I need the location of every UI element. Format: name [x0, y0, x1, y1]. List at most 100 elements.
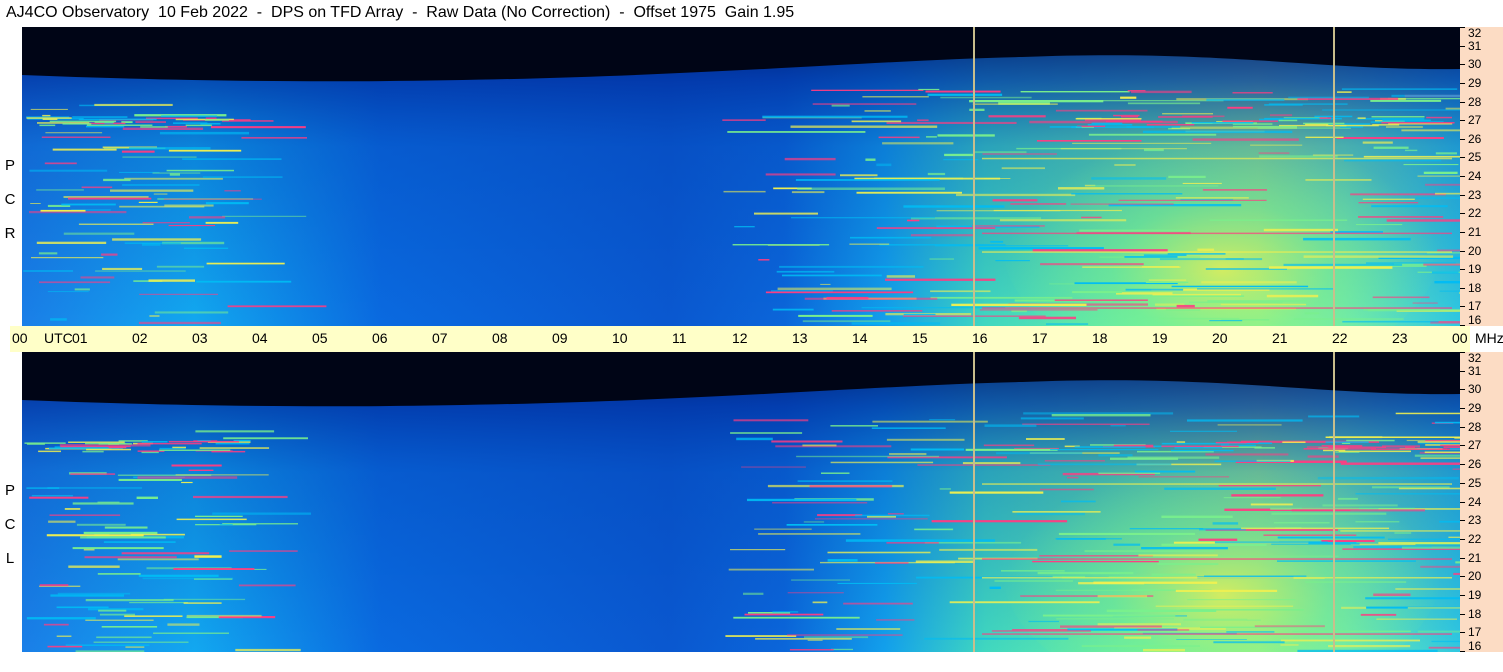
lcp-signal-streak — [1037, 463, 1172, 466]
rcp-signal-streak — [1082, 266, 1181, 268]
rcp-signal-streak — [142, 243, 161, 246]
rcp-signal-streak — [1269, 266, 1393, 269]
lcp-cb-band-streak — [1325, 441, 1369, 443]
frequency-tick-label: 30 — [1468, 382, 1482, 396]
lcp-signal-streak — [57, 592, 131, 595]
lcp-signal-streak — [939, 488, 951, 490]
rcp-cb-band-streak — [1357, 117, 1366, 119]
lcp-signal-streak — [47, 645, 83, 648]
lcp-signal-streak — [1280, 639, 1420, 642]
rcp-signal-streak — [1439, 290, 1460, 292]
lcp-cb-band-streak — [168, 440, 239, 443]
lcp-signal-streak — [1204, 575, 1307, 577]
rcp-cb-band-streak — [200, 123, 221, 125]
lcp-signal-streak — [1376, 618, 1457, 620]
lcp-signal-streak — [50, 594, 124, 597]
lcp-signal-streak — [1223, 497, 1281, 499]
lcp-signal-streak — [195, 430, 275, 433]
rcp-signal-streak — [31, 257, 104, 259]
rcp-cb-band-streak — [1075, 118, 1142, 120]
rcp-signal-streak — [163, 198, 262, 200]
rcp-signal-streak — [153, 193, 168, 195]
rcp-cb-band-streak — [164, 125, 187, 128]
lcp-signal-streak — [983, 444, 1035, 447]
lcp-signal-streak — [1407, 606, 1460, 609]
rcp-signal-streak — [779, 265, 924, 268]
lcp-signal-streak — [1055, 538, 1122, 540]
lcp-time-marker — [1333, 352, 1335, 652]
rcp-cb-band-streak — [161, 115, 218, 117]
rcp-time-marker — [1333, 27, 1335, 326]
rcp-signal-streak — [45, 132, 103, 134]
rcp-signal-streak — [930, 296, 1073, 299]
lcp-signal-streak — [48, 520, 76, 523]
rcp-signal-streak — [1403, 164, 1459, 166]
lcp-signal-streak — [167, 623, 200, 626]
frequency-tick-label: 20 — [1468, 569, 1482, 583]
frequency-tick — [1460, 371, 1465, 372]
lcp-signal-streak — [949, 601, 1100, 604]
lcp-signal-streak — [1213, 641, 1285, 644]
rcp-signal-streak — [925, 90, 1001, 93]
lcp-signal-streak — [1241, 527, 1390, 530]
lcp-signal-streak — [1297, 649, 1438, 652]
lcp-signal-streak — [1273, 522, 1330, 524]
lcp-signal-streak — [1212, 522, 1239, 525]
rcp-signal-streak — [166, 169, 234, 172]
rcp-signal-streak — [156, 265, 205, 268]
lcp-signal-streak — [1176, 639, 1247, 640]
lcp-carrier-line — [982, 577, 1452, 579]
rcp-signal-streak — [1304, 312, 1320, 315]
rcp-signal-streak — [227, 305, 327, 308]
rcp-signal-streak — [23, 270, 73, 272]
frequency-tick-label: 26 — [1468, 132, 1482, 146]
lcp-cb-band-streak — [1443, 446, 1460, 448]
rcp-signal-streak — [1358, 216, 1444, 218]
rcp-signal-streak — [972, 225, 1045, 227]
rcp-signal-streak — [38, 252, 58, 255]
lcp-signal-streak — [1175, 589, 1278, 592]
rcp-signal-streak — [1054, 299, 1148, 301]
rcp-signal-streak — [974, 151, 1027, 154]
rcp-signal-streak — [95, 270, 186, 272]
lcp-cb-band-streak — [137, 442, 202, 445]
lcp-signal-streak — [1098, 472, 1161, 474]
lcp-signal-streak — [1180, 609, 1304, 611]
lcp-signal-streak — [772, 502, 868, 504]
rcp-signal-streak — [865, 158, 876, 161]
rcp-signal-streak — [1341, 88, 1458, 90]
lcp-signal-streak — [965, 448, 1058, 451]
rcp-signal-streak — [1435, 192, 1460, 195]
lcp-signal-streak — [118, 478, 182, 481]
rcp-signal-streak — [142, 222, 190, 224]
rcp-signal-streak — [1363, 308, 1441, 311]
lcp-signal-streak — [741, 466, 806, 468]
lcp-signal-streak — [872, 420, 988, 423]
lcp-signal-streak — [1137, 629, 1190, 631]
lcp-signal-streak — [1263, 534, 1357, 536]
rcp-signal-streak — [1127, 102, 1201, 105]
frequency-tick — [1460, 595, 1465, 596]
lcp-signal-streak — [163, 598, 246, 601]
frequency-tick — [1460, 306, 1465, 307]
rcp-signal-streak — [74, 288, 90, 291]
utc-unit-label: UTC — [44, 330, 73, 346]
lcp-signal-streak — [836, 628, 901, 630]
rcp-signal-streak — [1040, 263, 1144, 266]
lcp-signal-streak — [1395, 588, 1460, 590]
rcp-signal-streak — [1445, 107, 1460, 110]
rcp-signal-streak — [184, 247, 229, 249]
lcp-signal-streak — [871, 427, 946, 429]
rcp-signal-streak — [1305, 179, 1372, 181]
lcp-cb-band-streak — [86, 448, 131, 451]
rcp-signal-streak — [1283, 263, 1403, 266]
lcp-signal-streak — [803, 521, 825, 523]
time-tick-label: 08 — [492, 330, 508, 346]
rcp-cb-band-streak — [205, 117, 217, 119]
lcp-signal-streak — [1434, 421, 1460, 424]
time-tick-label: 05 — [312, 330, 328, 346]
rcp-signal-streak — [851, 322, 941, 325]
rcp-signal-streak — [1037, 140, 1142, 142]
rcp-signal-streak — [122, 156, 197, 158]
rcp-signal-streak — [1114, 164, 1136, 166]
